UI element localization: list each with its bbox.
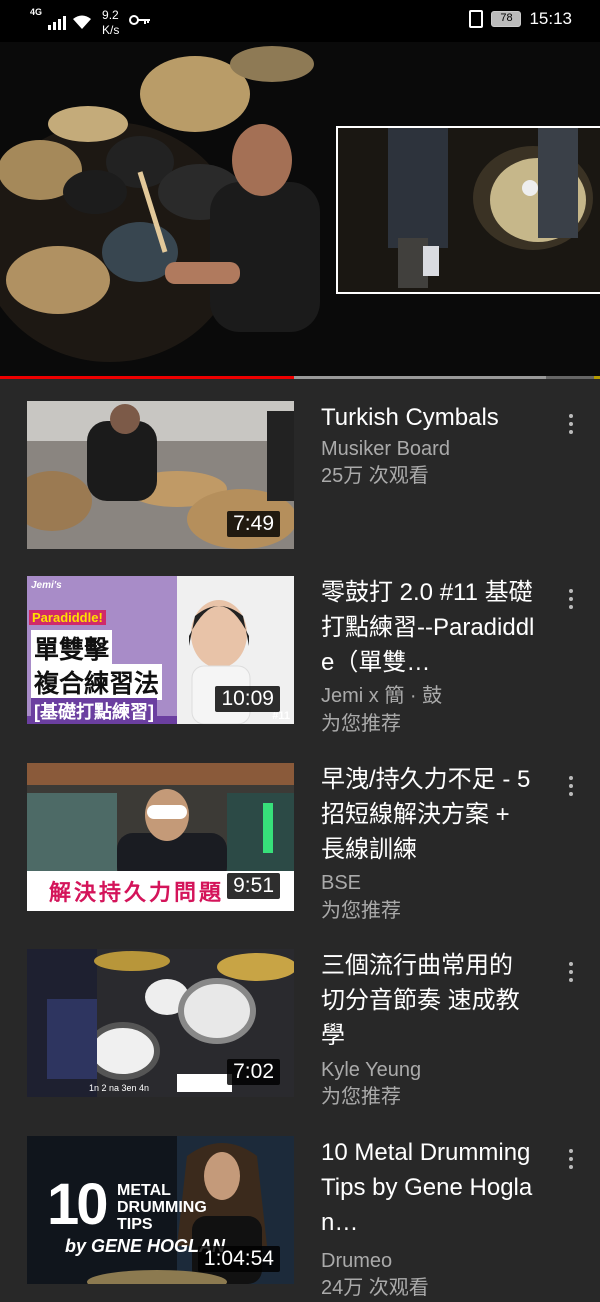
duration-badge: 7:02 xyxy=(227,1059,280,1085)
thumb-word1: METAL xyxy=(117,1182,171,1199)
speed-value: 9.2 xyxy=(102,8,119,22)
network-speed: 9.2 K/s xyxy=(102,8,119,38)
network-type: 4G xyxy=(30,7,43,17)
thumb-line1: 單雙擊 xyxy=(31,630,113,666)
video-title[interactable]: Turkish Cymbals xyxy=(321,400,535,435)
thumb-word2: DRUMMING xyxy=(117,1199,207,1216)
view-count: 24万 次观看 xyxy=(321,1277,429,1299)
key-icon xyxy=(129,15,151,25)
recommendation-label: 为您推荐 xyxy=(321,900,401,922)
progress-played xyxy=(0,376,294,379)
thumb-number: 10 xyxy=(47,1172,108,1237)
more-vert-icon[interactable] xyxy=(562,776,580,800)
battery-icon: 78 xyxy=(491,11,522,27)
video-item[interactable]: 7:49 Turkish Cymbals Musiker Board 25万 次… xyxy=(0,400,600,550)
recommendation-label: 为您推荐 xyxy=(321,1086,401,1108)
video-thumbnail[interactable]: 7:49 xyxy=(27,401,294,549)
battery-level: 78 xyxy=(500,12,513,24)
view-count: 25万 次观看 xyxy=(321,465,429,487)
thumb-tag: Paradiddle! xyxy=(29,610,106,625)
video-thumbnail[interactable]: 1n 2 na 3en 4n 7:02 xyxy=(27,949,294,1097)
thumb-line2: 複合練習法 xyxy=(31,664,163,700)
status-bar: 4G 9.2 K/s 78 15:13 xyxy=(0,0,600,42)
video-thumbnail[interactable]: 10 METAL DRUMMING TIPS by GENE HOGLAN 1:… xyxy=(27,1136,294,1284)
video-item[interactable]: Jemi's Paradiddle! 單雙擊 複合練習法 [基礎打點練習] #1… xyxy=(0,575,600,735)
progress-bar[interactable] xyxy=(0,376,600,379)
thumb-words: METAL DRUMMING TIPS xyxy=(117,1182,207,1233)
video-player[interactable] xyxy=(0,42,600,376)
signal-icon xyxy=(48,14,67,30)
duration-badge: 7:49 xyxy=(227,511,280,537)
thumb-count: 1n 2 na 3en 4n xyxy=(89,1083,150,1093)
thumb-brand: Jemi's xyxy=(31,580,62,591)
duration-badge: 10:09 xyxy=(215,686,280,712)
video-thumbnail[interactable]: 解決持久力問題 9:51 xyxy=(27,763,294,911)
video-item[interactable]: 1n 2 na 3en 4n 7:02 三個流行曲常用的切分音節奏 速成教學 K… xyxy=(0,948,600,1108)
video-title[interactable]: 三個流行曲常用的切分音節奏 速成教學 xyxy=(321,948,535,1053)
thumb-line3: [基礎打點練習] xyxy=(31,698,157,724)
channel-name: Drumeo xyxy=(321,1250,393,1272)
video-title[interactable]: 10 Metal Drumming Tips by Gene Hoglan… xyxy=(321,1135,535,1240)
channel-name: Musiker Board xyxy=(321,438,450,460)
vibrate-icon xyxy=(469,10,484,28)
duration-badge: 1:04:54 xyxy=(197,1246,280,1272)
recommendation-label: 为您推荐 xyxy=(321,713,401,735)
duration-badge: 9:51 xyxy=(227,873,280,899)
thumb-word3: TIPS xyxy=(117,1216,153,1233)
channel-name: Jemi x 簡 · 鼓 xyxy=(321,685,443,707)
more-vert-icon[interactable] xyxy=(562,962,580,986)
video-title[interactable]: 早洩/持久力不足 - 5招短線解決方案 + 長線訓練 xyxy=(321,762,535,867)
more-vert-icon[interactable] xyxy=(562,414,580,438)
speed-unit: K/s xyxy=(102,23,120,37)
progress-tail xyxy=(594,376,600,379)
channel-name: BSE xyxy=(321,872,362,894)
video-thumbnail[interactable]: Jemi's Paradiddle! 單雙擊 複合練習法 [基礎打點練習] #1… xyxy=(27,576,294,724)
video-item[interactable]: 解決持久力問題 9:51 早洩/持久力不足 - 5招短線解決方案 + 長線訓練 … xyxy=(0,762,600,922)
more-vert-icon[interactable] xyxy=(562,589,580,613)
wifi-icon xyxy=(73,15,92,29)
video-item[interactable]: 10 METAL DRUMMING TIPS by GENE HOGLAN 1:… xyxy=(0,1135,600,1299)
more-vert-icon[interactable] xyxy=(562,1149,580,1173)
clock: 15:13 xyxy=(529,9,572,28)
channel-name: Kyle Yeung xyxy=(321,1059,422,1081)
video-title[interactable]: 零鼓打 2.0 #11 基礎打點練習--Paradiddle（單雙… xyxy=(321,575,535,680)
pip-inset xyxy=(336,126,600,294)
